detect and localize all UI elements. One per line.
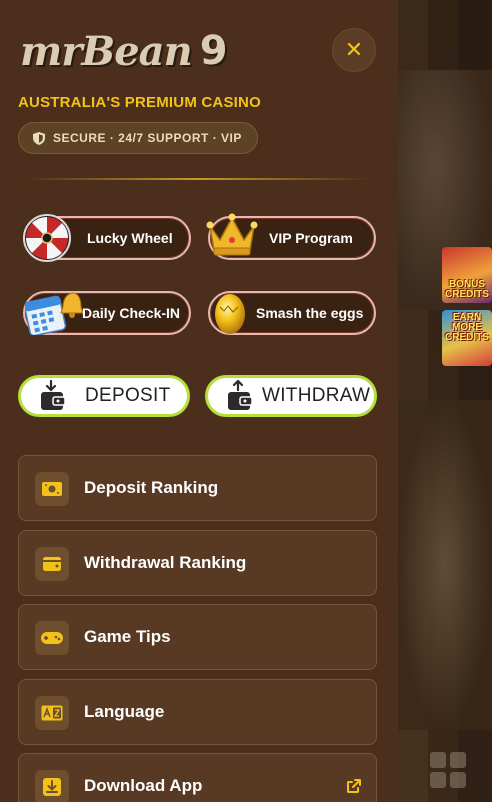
earn-more-credits-label: EARN MORE CREDITS <box>445 312 489 343</box>
logo-text: mrBean <box>20 27 193 75</box>
brand-logo[interactable]: mrBean 9 <box>20 24 234 78</box>
vip-program-label: VIP Program <box>269 230 353 246</box>
money-icon-box <box>35 472 69 506</box>
bonus-credits-label: BONUS CREDITS <box>445 279 489 300</box>
close-icon: ✕ <box>344 37 364 63</box>
menu-item-download-app[interactable]: Download App <box>18 753 377 802</box>
menu-item-label: Game Tips <box>84 627 171 646</box>
calendar-bell-icon <box>25 292 84 335</box>
translate-icon <box>41 705 63 721</box>
daily-checkin-button[interactable]: Daily Check-IN <box>23 291 191 335</box>
withdraw-wallet-icon <box>228 380 253 410</box>
crown-icon <box>206 213 258 256</box>
secure-badge: SECURE · 24/7 SUPPORT · VIP <box>18 122 258 154</box>
logo-digit: 9 <box>199 28 228 74</box>
menu-item-label: Withdrawal Ranking <box>84 553 247 572</box>
wheel-icon <box>23 214 71 262</box>
side-drawer: mrBean 9 ✕ AUSTRALIA'S PREMIUM CASINO SE… <box>0 0 398 802</box>
menu-item-game-tips[interactable]: Game Tips <box>18 604 377 670</box>
close-button[interactable]: ✕ <box>332 28 376 72</box>
smash-eggs-button[interactable]: Smash the eggs <box>208 291 376 335</box>
lucky-wheel-label: Lucky Wheel <box>87 230 173 246</box>
menu-item-language[interactable]: Language <box>18 679 377 745</box>
vip-program-button[interactable]: VIP Program <box>206 213 376 260</box>
smash-eggs-label: Smash the eggs <box>256 305 364 321</box>
withdraw-label: WITHDRAW <box>262 385 371 406</box>
deposit-button[interactable]: DEPOSIT <box>18 375 190 417</box>
menu-item-label: Deposit Ranking <box>84 478 219 497</box>
shield-icon <box>33 131 45 145</box>
gamepad-icon-box <box>35 621 69 655</box>
withdraw-button[interactable]: WITHDRAW <box>205 375 377 417</box>
background-grid-icon <box>430 752 466 788</box>
gamepad-icon <box>41 632 63 644</box>
menu-item-label: Download App <box>84 776 203 795</box>
money-icon <box>42 482 62 496</box>
earn-more-credits-tile[interactable]: EARN MORE CREDITS <box>442 310 492 366</box>
secure-badge-text: SECURE · 24/7 SUPPORT · VIP <box>53 131 242 145</box>
wallet-icon-box <box>35 547 69 581</box>
golden-egg-icon <box>215 294 245 334</box>
wallet-icon <box>43 557 61 571</box>
menu-item-label: Language <box>84 702 165 721</box>
menu-item-deposit-ranking[interactable]: Deposit Ranking <box>18 455 377 521</box>
divider <box>24 178 370 180</box>
menu-item-withdrawal-ranking[interactable]: Withdrawal Ranking <box>18 530 377 596</box>
deposit-wallet-icon <box>41 380 66 410</box>
external-link-icon <box>347 779 361 793</box>
download-icon-box <box>35 770 69 802</box>
bonus-credits-tile[interactable]: BONUS CREDITS <box>442 247 492 303</box>
background-content-image <box>398 400 492 730</box>
deposit-label: DEPOSIT <box>85 385 171 406</box>
tagline: AUSTRALIA'S PREMIUM CASINO <box>18 94 261 111</box>
download-icon <box>43 778 61 796</box>
lucky-wheel-button[interactable]: Lucky Wheel <box>23 214 191 262</box>
daily-checkin-label: Daily Check-IN <box>82 305 181 321</box>
translate-icon-box <box>35 696 69 730</box>
